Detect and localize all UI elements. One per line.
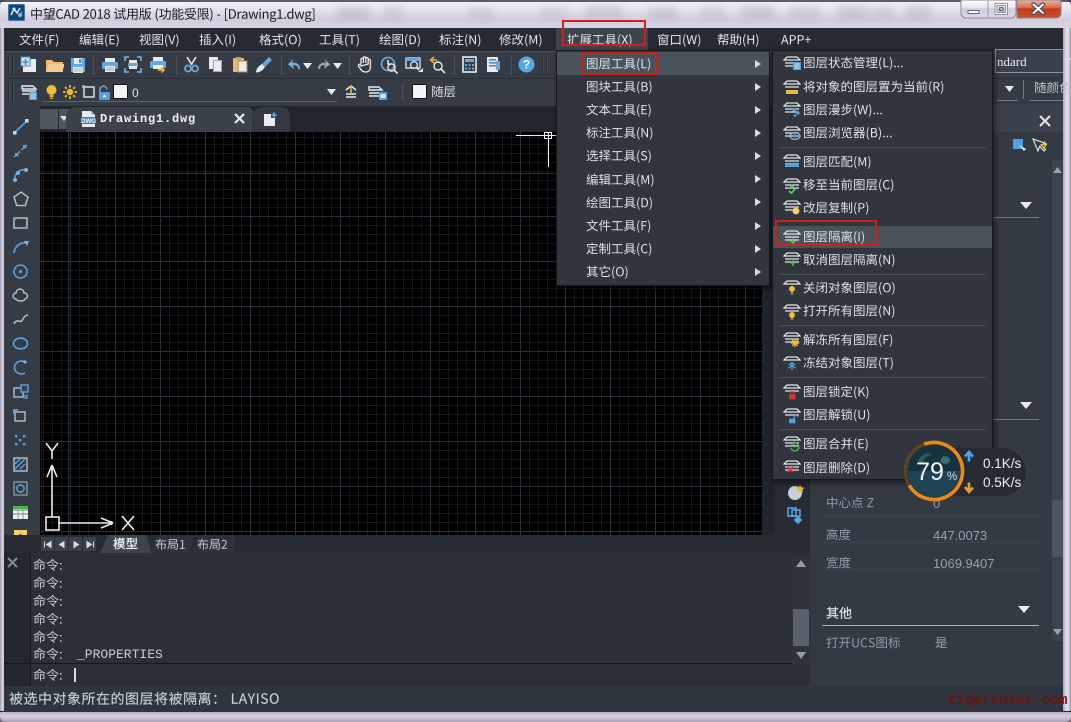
svg-text:DWG: DWG xyxy=(81,119,96,125)
svg-text:79: 79 xyxy=(916,458,944,486)
svg-text:?: ? xyxy=(523,58,530,72)
svg-text:%: % xyxy=(947,471,957,483)
